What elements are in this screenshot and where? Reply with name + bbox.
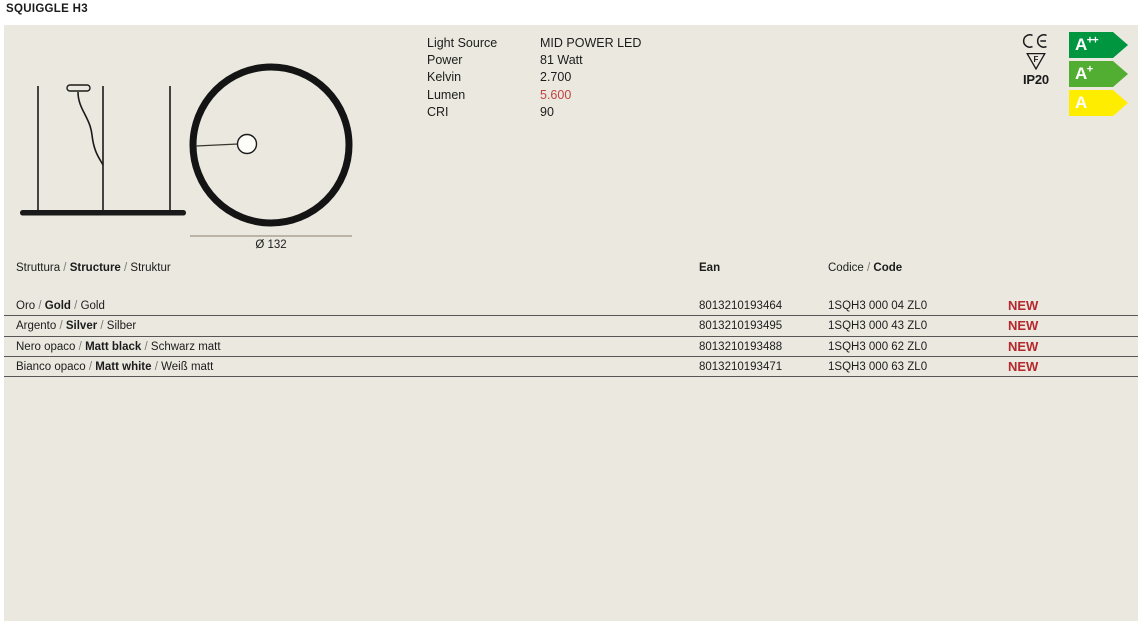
certification-marks: F IP20 xyxy=(1010,33,1062,87)
new-badge: NEW xyxy=(1008,338,1039,354)
product-sheet-panel: Ø 132 Light Source MID POWER LED Power 8… xyxy=(4,25,1138,621)
structure-label-it: Struttura xyxy=(16,262,61,274)
energy-grade-superscript: ++ xyxy=(1086,34,1099,47)
structure-label-de: Struktur xyxy=(130,262,171,274)
spec-label: Light Source xyxy=(427,36,498,50)
cell-code: 1SQH3 000 63 ZL0 xyxy=(828,360,928,373)
cell-structure: Nero opaco / Matt black / Schwarz matt xyxy=(16,340,221,353)
ce-mark-icon xyxy=(1022,34,1047,48)
finish-de: Schwarz matt xyxy=(150,340,221,353)
column-header-structure: Struttura / Structure / Struktur xyxy=(16,262,171,274)
new-badge: NEW xyxy=(1008,358,1039,374)
page-title: SQUIGGLE H3 xyxy=(6,3,88,15)
specification-list: Light Source MID POWER LED Power 81 Watt… xyxy=(427,35,641,121)
table-row[interactable]: Bianco opaco / Matt white / Weiß matt 80… xyxy=(4,357,1138,378)
finish-it: Argento xyxy=(16,320,57,333)
code-label-it: Codice xyxy=(828,262,864,274)
cell-code: 1SQH3 000 04 ZL0 xyxy=(828,300,928,312)
energy-grade-label: A+ xyxy=(1075,61,1094,87)
spec-label: CRI xyxy=(427,104,449,119)
ip-rating-label: IP20 xyxy=(1023,72,1049,87)
energy-grade-letter: A xyxy=(1075,64,1087,83)
finish-de: Silber xyxy=(106,320,137,333)
spec-row-kelvin: Kelvin 2.700 xyxy=(427,69,641,86)
spec-label: Kelvin xyxy=(427,70,462,85)
cell-structure: Oro / Gold / Gold xyxy=(16,300,105,312)
structure-label-en: Structure xyxy=(69,262,121,274)
f-triangle-mark-icon: F xyxy=(1026,52,1046,70)
code-label-en: Code xyxy=(873,262,903,274)
spec-value: 2.700 xyxy=(540,70,572,85)
spec-row-power: Power 81 Watt xyxy=(427,52,641,69)
energy-grade-label: A++ xyxy=(1075,32,1099,58)
spec-value: 5.600 xyxy=(540,87,572,102)
table-header-row: Struttura / Structure / Struktur Ean Cod… xyxy=(4,257,1138,279)
spec-row-cri: CRI 90 xyxy=(427,104,641,121)
table-row[interactable]: Oro / Gold / Gold 8013210193464 1SQH3 00… xyxy=(4,296,1138,317)
cell-ean: 8013210193495 xyxy=(699,320,783,333)
cell-structure: Argento / Silver / Silber xyxy=(16,320,137,333)
cell-code: 1SQH3 000 62 ZL0 xyxy=(828,340,928,353)
spec-value: MID POWER LED xyxy=(540,36,642,50)
energy-grade-label: A xyxy=(1075,90,1087,116)
new-badge: NEW xyxy=(1008,298,1039,313)
spec-row-light-source: Light Source MID POWER LED xyxy=(427,35,641,52)
table-row[interactable]: Nero opaco / Matt black / Schwarz matt 8… xyxy=(4,337,1138,357)
side-elevation-drawing xyxy=(20,84,186,216)
energy-grade-letter: A xyxy=(1075,35,1087,54)
spec-row-lumen: Lumen 5.600 xyxy=(427,87,641,104)
plan-circle-drawing xyxy=(189,63,353,227)
finish-en: Gold xyxy=(44,300,71,312)
finish-it: Nero opaco xyxy=(16,340,76,353)
row-divider xyxy=(4,376,1138,378)
new-badge: NEW xyxy=(1008,318,1039,334)
finish-en: Matt black xyxy=(85,340,142,353)
finish-en: Matt white xyxy=(95,360,152,373)
svg-text:F: F xyxy=(1034,55,1039,64)
column-header-ean: Ean xyxy=(699,262,721,274)
finish-it: Oro xyxy=(16,300,36,312)
spec-value: 90 xyxy=(540,104,554,119)
cell-structure: Bianco opaco / Matt white / Weiß matt xyxy=(16,360,214,373)
cell-ean: 8013210193464 xyxy=(699,300,783,312)
diameter-label: Ø 132 xyxy=(255,239,287,251)
technical-drawing-area: Ø 132 xyxy=(4,25,404,251)
finish-it: Bianco opaco xyxy=(16,360,86,373)
column-header-code: Codice / Code xyxy=(828,262,903,274)
cell-ean: 8013210193471 xyxy=(699,360,783,373)
variants-table: Struttura / Structure / Struktur Ean Cod… xyxy=(4,257,1138,378)
finish-de: Gold xyxy=(80,300,105,312)
finish-de: Weiß matt xyxy=(161,360,214,373)
table-row[interactable]: Argento / Silver / Silber 8013210193495 … xyxy=(4,316,1138,337)
finish-en: Silver xyxy=(65,320,98,333)
spec-value: 81 Watt xyxy=(540,53,583,68)
energy-grade-letter: A xyxy=(1075,93,1087,112)
spec-label: Power xyxy=(427,53,463,68)
cell-ean: 8013210193488 xyxy=(699,340,783,353)
cell-code: 1SQH3 000 43 ZL0 xyxy=(828,320,928,333)
energy-grade-superscript: + xyxy=(1086,63,1094,76)
spec-label: Lumen xyxy=(427,87,466,102)
